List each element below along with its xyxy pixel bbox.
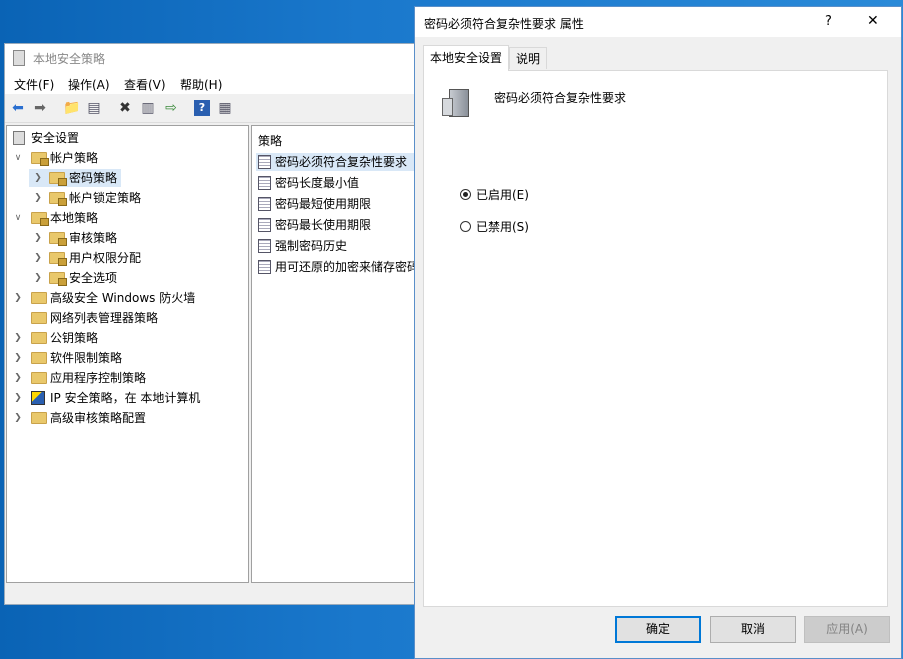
tab-content-panel: 密码必须符合复杂性要求 已启用(E) 已禁用(S): [423, 70, 888, 607]
folder-lock-icon: [49, 232, 67, 246]
show-hide-tree-icon[interactable]: ▤: [86, 100, 102, 116]
policy-icon: [258, 260, 271, 274]
menu-help[interactable]: 帮助(H): [180, 76, 222, 93]
expand-arrow-icon[interactable]: ❯: [13, 329, 23, 347]
expand-arrow-icon[interactable]: ❯: [33, 169, 43, 187]
policy-icon: [258, 197, 271, 211]
tab-explain[interactable]: 说明: [509, 47, 548, 69]
dialog-title: 密码必须符合复杂性要求 属性: [424, 17, 584, 31]
policy-properties-dialog: 密码必须符合复杂性要求 属性 ? ✕ 本地安全设置 说明 密码必须符合复杂性要求…: [414, 6, 902, 659]
delete-icon[interactable]: ✖: [117, 100, 133, 116]
folder-lock-icon: [49, 272, 67, 286]
disabled-radio-label[interactable]: 已禁用(S): [476, 218, 529, 235]
expand-arrow-icon[interactable]: ❯: [13, 349, 23, 367]
collapse-arrow-icon[interactable]: ∨: [13, 209, 23, 227]
enabled-radio[interactable]: [460, 189, 471, 200]
ip-security-icon: [31, 391, 45, 405]
folder-lock-icon: [49, 192, 67, 206]
folder-icon: [31, 332, 47, 344]
enabled-radio-label[interactable]: 已启用(E): [476, 186, 529, 203]
title-bar[interactable]: 本地安全策略: [5, 44, 418, 72]
expand-arrow-icon[interactable]: ❯: [33, 249, 43, 267]
menu-bar: 文件(F) 操作(A) 查看(V) 帮助(H): [5, 72, 418, 94]
menu-action[interactable]: 操作(A): [68, 76, 110, 93]
expand-arrow-icon[interactable]: ❯: [33, 189, 43, 207]
folder-lock-icon: [31, 152, 49, 166]
up-folder-icon[interactable]: 📁: [63, 100, 80, 116]
console-tree-icon[interactable]: ▦: [217, 100, 233, 116]
close-button[interactable]: ✕: [867, 13, 879, 29]
export-list-icon[interactable]: ⇨: [163, 100, 179, 116]
folder-lock-icon: [49, 172, 67, 186]
window-title: 本地安全策略: [33, 52, 106, 66]
security-settings-icon: [13, 131, 25, 145]
tab-local-security-setting[interactable]: 本地安全设置: [423, 45, 510, 71]
folder-icon: [31, 372, 47, 384]
column-header-policy[interactable]: 策略: [258, 132, 282, 149]
server-icon: [442, 89, 469, 117]
back-icon[interactable]: ⬅: [10, 100, 26, 116]
policy-list-pane[interactable]: 策略 密码必须符合复杂性要求 密码长度最小值 密码最短使用期限 密码最长使用期限…: [251, 125, 420, 583]
folder-icon: [31, 292, 47, 304]
folder-icon: [31, 312, 47, 324]
app-icon: [13, 50, 25, 66]
expand-arrow-icon[interactable]: ❯: [13, 389, 23, 407]
policy-icon: [258, 176, 271, 190]
toolbar: ⬅ ➡ 📁 ▤ ✖ ▥ ⇨ ? ▦: [5, 94, 418, 123]
folder-icon: [31, 412, 47, 424]
help-icon[interactable]: ?: [194, 100, 210, 116]
apply-button[interactable]: 应用(A): [804, 616, 890, 643]
policy-icon: [258, 155, 271, 169]
ok-button[interactable]: 确定: [615, 616, 701, 643]
tree-pane[interactable]: 安全设置 ∨ 帐户策略 ❯ 密码策略 ❯ 帐户锁定策略 ∨ 本地策略 ❯ 审核策…: [6, 125, 249, 583]
properties-icon[interactable]: ▥: [140, 100, 156, 116]
policy-name: 密码必须符合复杂性要求: [494, 91, 627, 105]
expand-arrow-icon[interactable]: ❯: [13, 289, 23, 307]
expand-arrow-icon[interactable]: ❯: [33, 229, 43, 247]
expand-arrow-icon[interactable]: ❯: [13, 409, 23, 427]
dialog-title-bar[interactable]: 密码必须符合复杂性要求 属性 ? ✕: [415, 7, 901, 37]
collapse-arrow-icon[interactable]: ∨: [13, 149, 23, 167]
policy-icon: [258, 218, 271, 232]
disabled-radio[interactable]: [460, 221, 471, 232]
expand-arrow-icon[interactable]: ❯: [13, 369, 23, 387]
list-item[interactable]: 密码必须符合复杂性要求: [256, 153, 416, 171]
local-security-policy-window: 本地安全策略 文件(F) 操作(A) 查看(V) 帮助(H) ⬅ ➡ 📁 ▤ ✖…: [4, 43, 420, 605]
folder-lock-icon: [49, 252, 67, 266]
cancel-button[interactable]: 取消: [710, 616, 796, 643]
menu-file[interactable]: 文件(F): [14, 76, 54, 93]
menu-view[interactable]: 查看(V): [124, 76, 166, 93]
expand-arrow-icon[interactable]: ❯: [33, 269, 43, 287]
policy-icon: [258, 239, 271, 253]
help-button[interactable]: ?: [825, 14, 832, 29]
tree-item-password-policy[interactable]: ❯ 密码策略: [29, 169, 121, 187]
folder-icon: [31, 352, 47, 364]
forward-icon[interactable]: ➡: [32, 100, 48, 116]
folder-lock-icon: [31, 212, 49, 226]
